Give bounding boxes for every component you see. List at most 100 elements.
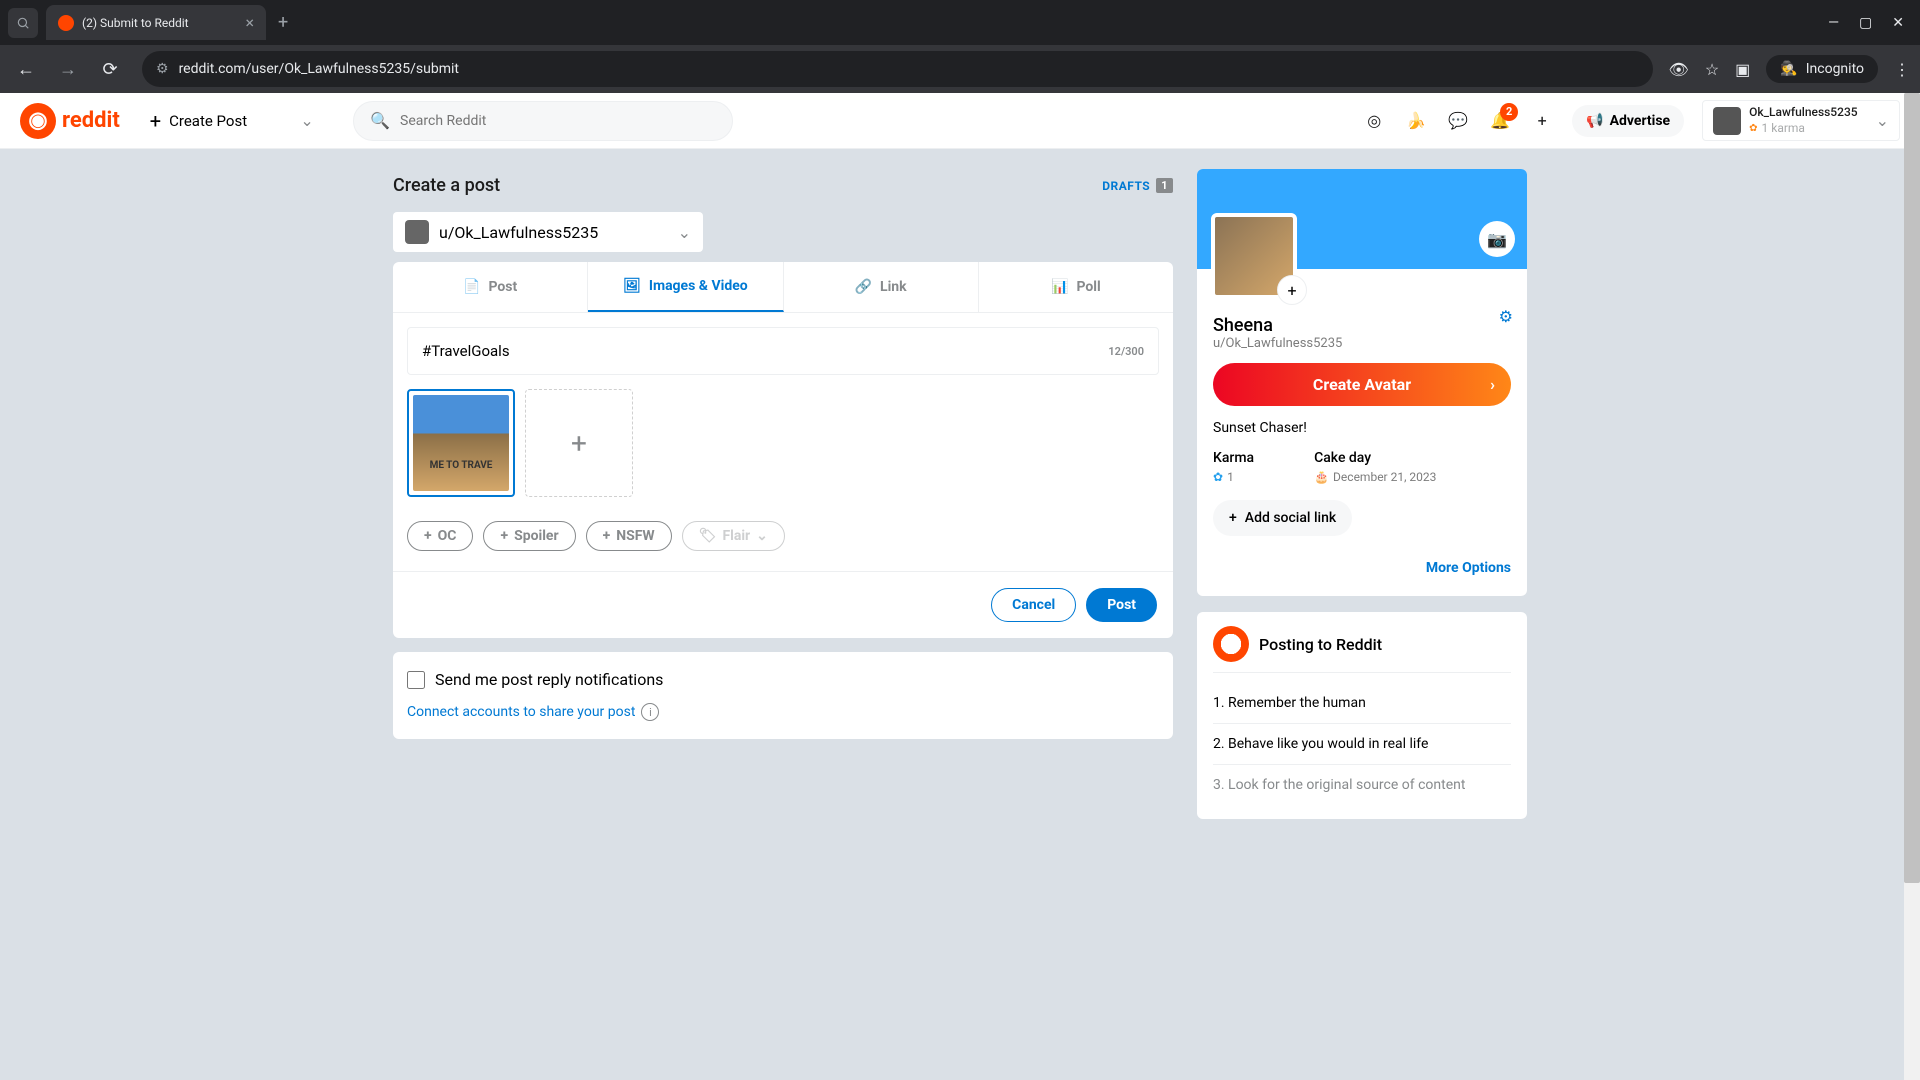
eye-off-icon[interactable]: 👁 (1669, 60, 1689, 79)
create-post-nav[interactable]: + Create Post (136, 101, 261, 141)
site-settings-icon[interactable]: ⚙ (156, 61, 169, 77)
plus-icon: + (603, 528, 611, 544)
connect-accounts-link[interactable]: Connect accounts to share your post i (407, 703, 1159, 721)
cake-day-label: Cake day (1314, 450, 1436, 466)
tab-images-video[interactable]: 🖼Images & Video (588, 262, 783, 312)
reddit-logo[interactable]: ◉ reddit (20, 103, 120, 139)
notif-badge: 2 (1500, 103, 1518, 121)
reddit-wordmark: reddit (62, 108, 120, 133)
new-tab-button[interactable]: + (266, 12, 300, 33)
rule-item: 3. Look for the original source of conte… (1213, 765, 1511, 805)
profile-handle: u/Ok_Lawfulness5235 (1213, 336, 1511, 351)
post-title-input[interactable] (422, 342, 1108, 360)
search-icon: 🔍 (370, 111, 390, 130)
karma-value: 1 (1227, 470, 1234, 484)
tab-post[interactable]: 📄Post (393, 262, 588, 312)
chevron-down-icon: ⌄ (1876, 111, 1889, 130)
add-media-button[interactable]: + (525, 389, 633, 497)
close-window-button[interactable]: ✕ (1892, 15, 1904, 31)
chat-icon[interactable]: 💬 (1446, 109, 1470, 133)
coins-icon[interactable]: 🍌 (1404, 109, 1428, 133)
nsfw-tag-button[interactable]: +NSFW (586, 521, 672, 551)
search-input[interactable] (400, 113, 716, 129)
cake-day-value: December 21, 2023 (1333, 470, 1436, 484)
settings-icon[interactable]: ⚙ (1499, 307, 1513, 326)
maximize-button[interactable]: ▢ (1859, 15, 1872, 31)
char-count: 12/300 (1108, 345, 1144, 358)
incognito-label: Incognito (1806, 61, 1864, 77)
tab-link[interactable]: 🔗Link (784, 262, 979, 312)
karma-flower-icon: ✿ (1213, 470, 1223, 484)
cancel-button[interactable]: Cancel (991, 588, 1076, 622)
address-bar[interactable]: ⚙ reddit.com/user/Ok_Lawfulness5235/subm… (142, 51, 1653, 87)
karma-flower-icon: ✿ (1749, 122, 1757, 135)
tab-search-icon[interactable] (8, 8, 38, 38)
user-menu[interactable]: Ok_Lawfulness5235 ✿1 karma ⌄ (1702, 100, 1900, 141)
megaphone-icon: 📢 (1586, 113, 1603, 129)
minimize-button[interactable]: — (1828, 15, 1839, 31)
plus-icon: + (1229, 510, 1237, 526)
reload-button[interactable]: ⟳ (94, 53, 126, 85)
create-post-label: Create Post (169, 112, 247, 130)
drafts-link[interactable]: DRAFTS 1 (1102, 178, 1173, 193)
snoo-icon (1213, 626, 1249, 662)
image-icon: 🖼 (623, 278, 641, 294)
info-icon[interactable]: i (641, 703, 659, 721)
flair-tag-button: 🏷Flair⌄ (682, 521, 785, 551)
drafts-label: DRAFTS (1102, 179, 1150, 193)
tab-poll[interactable]: 📊Poll (979, 262, 1173, 312)
bookmark-icon[interactable]: ☆ (1705, 60, 1719, 79)
tab-title: (2) Submit to Reddit (82, 16, 189, 30)
karma-label: Karma (1213, 450, 1254, 466)
reddit-favicon (58, 15, 74, 31)
notifications-icon[interactable]: 🔔2 (1488, 109, 1512, 133)
reddit-logo-icon: ◉ (20, 103, 56, 139)
create-icon[interactable]: + (1530, 109, 1554, 133)
advertise-label: Advertise (1610, 113, 1671, 129)
create-avatar-button[interactable]: Create Avatar › (1213, 363, 1511, 406)
profile-display-name: Sheena (1213, 315, 1511, 336)
notify-label: Send me post reply notifications (435, 670, 663, 689)
browser-menu-icon[interactable]: ⋮ (1894, 60, 1910, 79)
plus-icon: + (424, 528, 432, 544)
reply-notifications-checkbox[interactable]: Send me post reply notifications (407, 670, 1159, 689)
more-options-link[interactable]: More Options (1213, 560, 1511, 576)
uploaded-image-thumbnail[interactable]: ME TO TRAVE (407, 389, 515, 497)
chevron-down-icon: ⌄ (678, 223, 691, 242)
rule-item: 2. Behave like you would in real life (1213, 724, 1511, 765)
chevron-right-icon: › (1490, 375, 1495, 394)
close-tab-icon[interactable]: × (245, 13, 254, 32)
checkbox-input[interactable] (407, 671, 425, 689)
browser-tab[interactable]: (2) Submit to Reddit × (46, 5, 266, 40)
community-selector[interactable]: u/Ok_Lawfulness5235 ⌄ (393, 212, 703, 252)
profile-bio: Sunset Chaser! (1213, 420, 1511, 436)
change-banner-button[interactable]: 📷 (1479, 221, 1515, 257)
scrollbar[interactable] (1904, 93, 1920, 1080)
tag-icon: 🏷 (699, 528, 717, 544)
spoiler-tag-button[interactable]: +Spoiler (483, 521, 575, 551)
community-name: u/Ok_Lawfulness5235 (439, 223, 598, 242)
advertise-button[interactable]: 📢 Advertise (1572, 105, 1684, 137)
rules-title: Posting to Reddit (1259, 635, 1382, 654)
page-title: Create a post (393, 175, 500, 196)
popular-icon[interactable]: ◎ (1362, 109, 1386, 133)
add-social-link-button[interactable]: + Add social link (1213, 500, 1352, 536)
chevron-down-icon: ⌄ (756, 528, 768, 544)
cake-icon: 🎂 (1314, 470, 1329, 484)
rule-item: 1. Remember the human (1213, 683, 1511, 724)
user-name: Ok_Lawfulness5235 (1749, 105, 1857, 121)
incognito-badge[interactable]: 🕵 Incognito (1766, 55, 1878, 83)
post-button[interactable]: Post (1086, 588, 1157, 622)
text-post-icon: 📄 (463, 279, 480, 295)
back-button[interactable]: ← (10, 53, 42, 85)
incognito-icon: 🕵 (1780, 61, 1797, 77)
community-avatar-icon (405, 220, 429, 244)
search-box[interactable]: 🔍 (353, 101, 733, 141)
scrollbar-thumb[interactable] (1904, 93, 1920, 883)
oc-tag-button[interactable]: +OC (407, 521, 473, 551)
link-icon: 🔗 (855, 279, 872, 295)
drafts-count: 1 (1156, 178, 1173, 193)
panel-icon[interactable]: ▣ (1735, 60, 1750, 79)
plus-icon: + (150, 109, 161, 133)
community-dropdown-chevron[interactable]: ⌄ (277, 111, 337, 130)
